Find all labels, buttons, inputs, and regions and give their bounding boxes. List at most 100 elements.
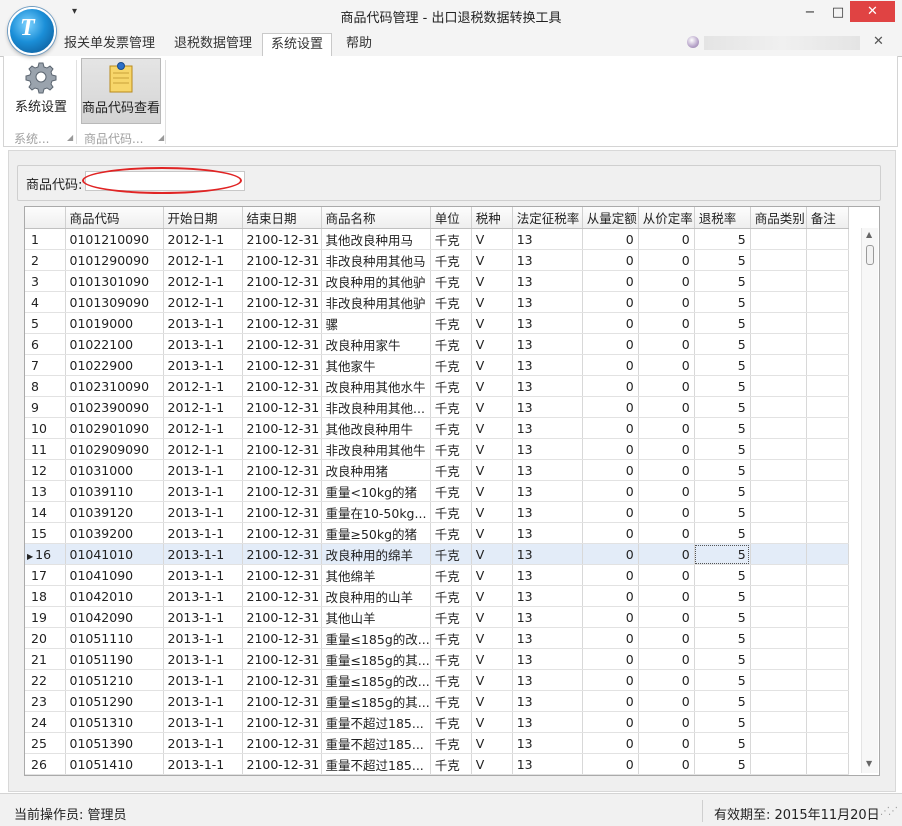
table-row[interactable]: 24 01051310 2013-1-1 2100-12-31 重量不超过185... 千… bbox=[25, 711, 849, 733]
table-cell[interactable]: 千克 bbox=[430, 375, 472, 397]
table-cell[interactable]: 0 bbox=[582, 396, 639, 418]
table-cell[interactable]: 2013-1-1 bbox=[163, 564, 243, 586]
table-cell[interactable]: 0 bbox=[582, 669, 639, 691]
table-cell[interactable]: 5 bbox=[694, 732, 751, 754]
table-cell[interactable]: V bbox=[471, 354, 513, 376]
table-cell[interactable]: V bbox=[471, 333, 513, 355]
table-cell[interactable]: 0102390090 bbox=[65, 396, 164, 418]
column-header[interactable]: 法定征税率 bbox=[512, 207, 583, 229]
table-cell[interactable]: 2100-12-31 bbox=[242, 459, 322, 481]
row-number[interactable]: 4 bbox=[25, 291, 66, 313]
table-row[interactable]: 18 01042010 2013-1-1 2100-12-31 改良种用的山羊 千克 V 13… bbox=[25, 585, 849, 607]
table-cell[interactable]: 改良种用家牛 bbox=[321, 333, 431, 355]
table-cell[interactable]: 0 bbox=[582, 249, 639, 271]
product-code-search-input[interactable] bbox=[85, 171, 245, 191]
table-cell[interactable]: 非改良种用其他驴 bbox=[321, 291, 431, 313]
table-cell[interactable]: 2100-12-31 bbox=[242, 690, 322, 712]
table-cell[interactable]: 0 bbox=[582, 417, 639, 439]
table-cell[interactable]: 0 bbox=[582, 333, 639, 355]
table-cell[interactable]: 01019000 bbox=[65, 312, 164, 334]
row-number[interactable]: 14 bbox=[25, 501, 66, 523]
row-number[interactable]: 2 bbox=[25, 249, 66, 271]
table-cell[interactable]: 0 bbox=[582, 648, 639, 670]
table-cell[interactable]: 0101301090 bbox=[65, 270, 164, 292]
table-row[interactable]: 11 0102909090 2012-1-1 2100-12-31 非改良种用其他牛 千克… bbox=[25, 438, 849, 460]
table-row[interactable]: 19 01042090 2013-1-1 2100-12-31 其他山羊 千克 V 13 0 0 5 bbox=[25, 606, 849, 628]
scrollbar-thumb[interactable] bbox=[866, 245, 874, 265]
row-number[interactable]: 10 bbox=[25, 417, 66, 439]
table-cell[interactable] bbox=[750, 249, 807, 271]
table-cell[interactable]: V bbox=[471, 564, 513, 586]
column-header[interactable]: 退税率 bbox=[694, 207, 751, 229]
table-cell[interactable]: 13 bbox=[512, 564, 583, 586]
table-cell[interactable]: 0 bbox=[638, 585, 695, 607]
table-cell[interactable]: 01051190 bbox=[65, 648, 164, 670]
row-number[interactable]: 21 bbox=[25, 648, 66, 670]
table-cell[interactable] bbox=[806, 312, 849, 334]
table-cell[interactable]: 千克 bbox=[430, 501, 472, 523]
row-number[interactable]: 5 bbox=[25, 312, 66, 334]
table-cell[interactable]: 13 bbox=[512, 648, 583, 670]
table-cell[interactable]: 0 bbox=[638, 501, 695, 523]
table-cell[interactable]: 0 bbox=[638, 606, 695, 628]
table-cell[interactable]: 千克 bbox=[430, 291, 472, 313]
table-cell[interactable]: 0 bbox=[638, 669, 695, 691]
table-cell[interactable]: 5 bbox=[694, 648, 751, 670]
table-cell[interactable]: 0 bbox=[638, 375, 695, 397]
table-cell[interactable]: 0 bbox=[582, 732, 639, 754]
table-cell[interactable]: 0 bbox=[582, 312, 639, 334]
column-header[interactable]: 税种 bbox=[471, 207, 513, 229]
row-number[interactable]: ▶ 16 bbox=[25, 543, 66, 565]
table-cell[interactable]: 2013-1-1 bbox=[163, 522, 243, 544]
table-cell[interactable]: 0 bbox=[638, 270, 695, 292]
table-row[interactable]: 6 01022100 2013-1-1 2100-12-31 改良种用家牛 千克 V 13 0 0… bbox=[25, 333, 849, 355]
table-cell[interactable]: 2013-1-1 bbox=[163, 753, 243, 775]
table-cell[interactable]: 01042090 bbox=[65, 606, 164, 628]
table-cell[interactable] bbox=[750, 732, 807, 754]
table-cell[interactable]: 千克 bbox=[430, 480, 472, 502]
table-row[interactable]: 22 01051210 2013-1-1 2100-12-31 重量≤185g的改...… bbox=[25, 669, 849, 691]
column-header[interactable]: 备注 bbox=[806, 207, 849, 229]
table-cell[interactable]: 5 bbox=[694, 312, 751, 334]
table-cell[interactable]: V bbox=[471, 732, 513, 754]
table-cell[interactable]: 5 bbox=[694, 417, 751, 439]
table-row[interactable]: 14 01039120 2013-1-1 2100-12-31 重量在10-50kg..… bbox=[25, 501, 849, 523]
table-cell[interactable] bbox=[750, 333, 807, 355]
table-cell[interactable]: 13 bbox=[512, 333, 583, 355]
table-cell[interactable]: 2100-12-31 bbox=[242, 627, 322, 649]
table-cell[interactable]: 千克 bbox=[430, 585, 472, 607]
table-cell[interactable]: 0101309090 bbox=[65, 291, 164, 313]
scroll-up-icon[interactable]: ▲ bbox=[866, 230, 872, 239]
table-cell[interactable]: 13 bbox=[512, 732, 583, 754]
table-cell[interactable] bbox=[806, 459, 849, 481]
table-cell[interactable]: V bbox=[471, 249, 513, 271]
table-cell[interactable]: 2013-1-1 bbox=[163, 480, 243, 502]
table-cell[interactable]: 0 bbox=[638, 627, 695, 649]
table-cell[interactable]: 5 bbox=[694, 249, 751, 271]
table-cell[interactable]: 千克 bbox=[430, 690, 472, 712]
column-header[interactable]: 从价定率 bbox=[638, 207, 695, 229]
table-cell[interactable] bbox=[806, 543, 849, 565]
table-cell[interactable]: 0 bbox=[582, 375, 639, 397]
table-cell[interactable]: 13 bbox=[512, 711, 583, 733]
table-cell[interactable]: 0 bbox=[638, 459, 695, 481]
table-cell[interactable]: 0 bbox=[638, 354, 695, 376]
app-logo[interactable]: T bbox=[8, 7, 56, 55]
table-cell[interactable]: 0102909090 bbox=[65, 438, 164, 460]
table-cell[interactable] bbox=[806, 501, 849, 523]
table-cell[interactable]: 01031000 bbox=[65, 459, 164, 481]
table-cell[interactable]: 2100-12-31 bbox=[242, 312, 322, 334]
table-cell[interactable]: 01051310 bbox=[65, 711, 164, 733]
table-cell[interactable]: 0 bbox=[638, 249, 695, 271]
table-cell[interactable]: 2100-12-31 bbox=[242, 669, 322, 691]
table-cell[interactable]: 0101290090 bbox=[65, 249, 164, 271]
table-cell[interactable]: 2100-12-31 bbox=[242, 585, 322, 607]
ribbon-close-icon[interactable]: ✕ bbox=[873, 34, 884, 49]
table-cell[interactable]: 2012-1-1 bbox=[163, 291, 243, 313]
table-cell[interactable]: 0 bbox=[582, 354, 639, 376]
table-cell[interactable]: 2100-12-31 bbox=[242, 501, 322, 523]
table-cell[interactable]: V bbox=[471, 417, 513, 439]
tab-customs-invoice[interactable]: 报关单发票管理 bbox=[56, 33, 163, 55]
table-cell[interactable]: 5 bbox=[694, 522, 751, 544]
group-launcher-icon[interactable]: ◢ bbox=[67, 133, 73, 142]
